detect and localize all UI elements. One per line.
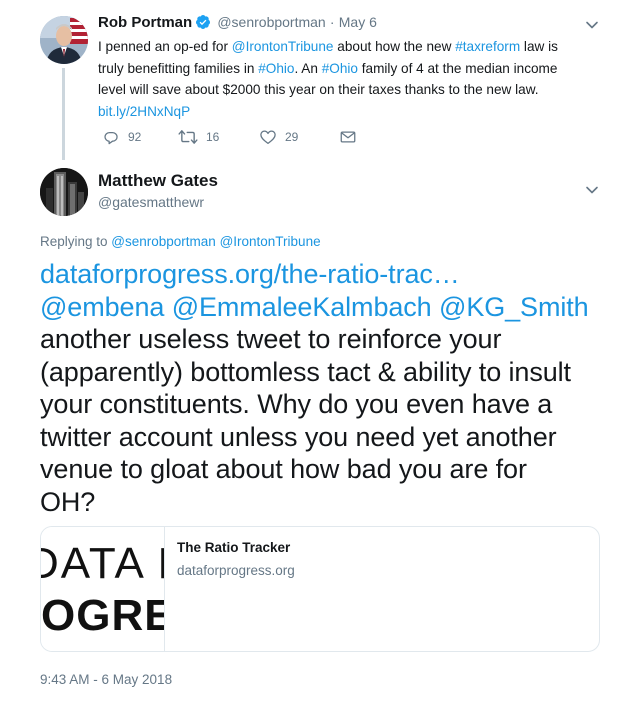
chevron-down-icon[interactable]: [584, 17, 600, 33]
tweet-date[interactable]: May 6: [339, 14, 377, 30]
tweet-text: I penned an op-ed for @IrontonTribune ab…: [98, 36, 598, 122]
profile-photo-icon: [40, 168, 88, 216]
chevron-down-icon[interactable]: [584, 182, 600, 198]
text-segment: . An: [294, 60, 322, 76]
mention-link[interactable]: @EmmaleeKalmbach: [172, 292, 432, 322]
like-count: 29: [285, 130, 299, 144]
profile-photo-icon: [40, 16, 88, 64]
thread-connector-line: [62, 68, 65, 160]
like-button[interactable]: 29: [259, 128, 298, 146]
mention-link[interactable]: @IrontonTribune: [220, 234, 321, 249]
mention-link[interactable]: @IrontonTribune: [232, 39, 334, 54]
retweet-count: 16: [206, 130, 220, 144]
avatar[interactable]: [40, 168, 88, 216]
text-line: your constituents. Why do you even have …: [40, 389, 553, 419]
author-handle[interactable]: @senrobportman: [217, 14, 325, 30]
author-name[interactable]: Matthew Gates: [98, 171, 218, 191]
mention-link[interactable]: @embena: [40, 292, 164, 322]
card-image-text: DATA F: [41, 539, 164, 588]
separator-dot: ·: [329, 14, 335, 30]
hashtag-link[interactable]: #taxreform: [455, 39, 520, 54]
url-link[interactable]: bit.ly/2HNxNqP: [98, 104, 190, 119]
replying-to-line: Replying to @senrobportman @IrontonTribu…: [40, 234, 321, 249]
text-segment: truly benefitting families in: [98, 60, 259, 76]
reply-icon: [102, 128, 120, 146]
parent-tweet: Rob Portman @senrobportman · May 6 I pen…: [0, 0, 641, 165]
text-segment: law is: [520, 39, 558, 54]
text-line: another useless tweet to reinforce your: [40, 324, 502, 354]
hashtag-link[interactable]: #Ohio: [258, 61, 294, 76]
mention-link[interactable]: @KG_Smith: [439, 292, 589, 322]
reply-button[interactable]: 92: [102, 128, 141, 146]
link-card[interactable]: DATA F OGRE The Ratio Tracker dataforpro…: [40, 526, 600, 652]
tweet-header: Rob Portman @senrobportman · May 6: [98, 14, 377, 34]
replying-prefix: Replying to: [40, 234, 112, 249]
avatar[interactable]: [40, 16, 88, 64]
author-name[interactable]: Rob Portman: [98, 14, 192, 31]
direct-message-button[interactable]: [339, 128, 357, 146]
tweet-text: dataforprogress.org/the-ratio-trac… @emb…: [40, 258, 620, 518]
card-title[interactable]: The Ratio Tracker: [177, 540, 290, 555]
text-line: OH?: [40, 486, 96, 517]
card-image[interactable]: DATA F OGRE: [41, 527, 165, 651]
reply-count: 92: [128, 130, 142, 144]
tweet-timestamp[interactable]: 9:43 AM - 6 May 2018: [40, 672, 172, 687]
mention-link[interactable]: @senrobportman: [111, 234, 216, 249]
card-domain: dataforprogress.org: [177, 563, 295, 578]
heart-icon: [259, 128, 277, 146]
text-segment: I penned an op-ed for: [98, 39, 232, 54]
retweet-button[interactable]: 16: [178, 128, 219, 146]
text-segment: level will save about $2000 this year on…: [98, 82, 539, 97]
text-line: (apparently) bottomless tact & ability t…: [40, 356, 571, 387]
url-link[interactable]: dataforprogress.org/the-ratio-trac…: [40, 259, 460, 289]
hashtag-link[interactable]: #Ohio: [322, 61, 358, 76]
text-line: venue to gloat about how bad you are for: [40, 454, 527, 484]
text-segment: family of 4 at the median income: [357, 60, 558, 76]
verified-badge-icon: [195, 14, 211, 34]
text-line: twitter account unless you need yet anot…: [40, 421, 557, 452]
retweet-icon: [178, 128, 198, 146]
author-handle[interactable]: @gatesmatthewr: [98, 194, 204, 210]
envelope-icon: [339, 128, 357, 146]
text-segment: about how the new: [333, 39, 456, 54]
card-image-text: OGRE: [41, 591, 165, 640]
